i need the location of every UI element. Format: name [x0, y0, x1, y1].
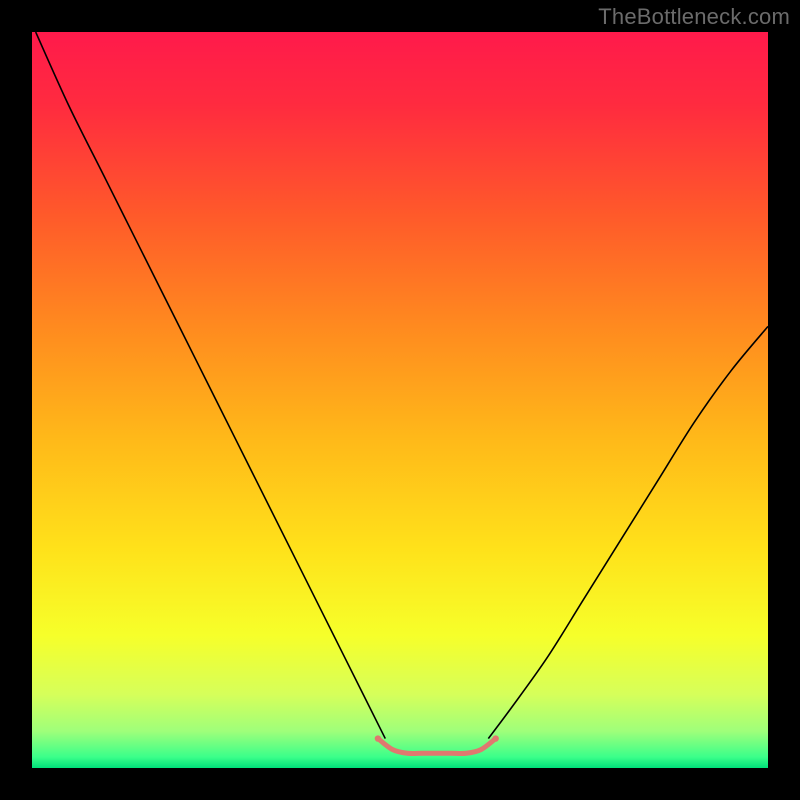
marker-valley-end-left — [375, 735, 381, 741]
chart-svg — [32, 32, 768, 768]
chart-gradient-background — [32, 32, 768, 768]
chart-frame: TheBottleneck.com — [0, 0, 800, 800]
watermark-text: TheBottleneck.com — [598, 4, 790, 30]
chart-plot-area — [32, 32, 768, 768]
marker-valley-end-right — [492, 735, 498, 741]
